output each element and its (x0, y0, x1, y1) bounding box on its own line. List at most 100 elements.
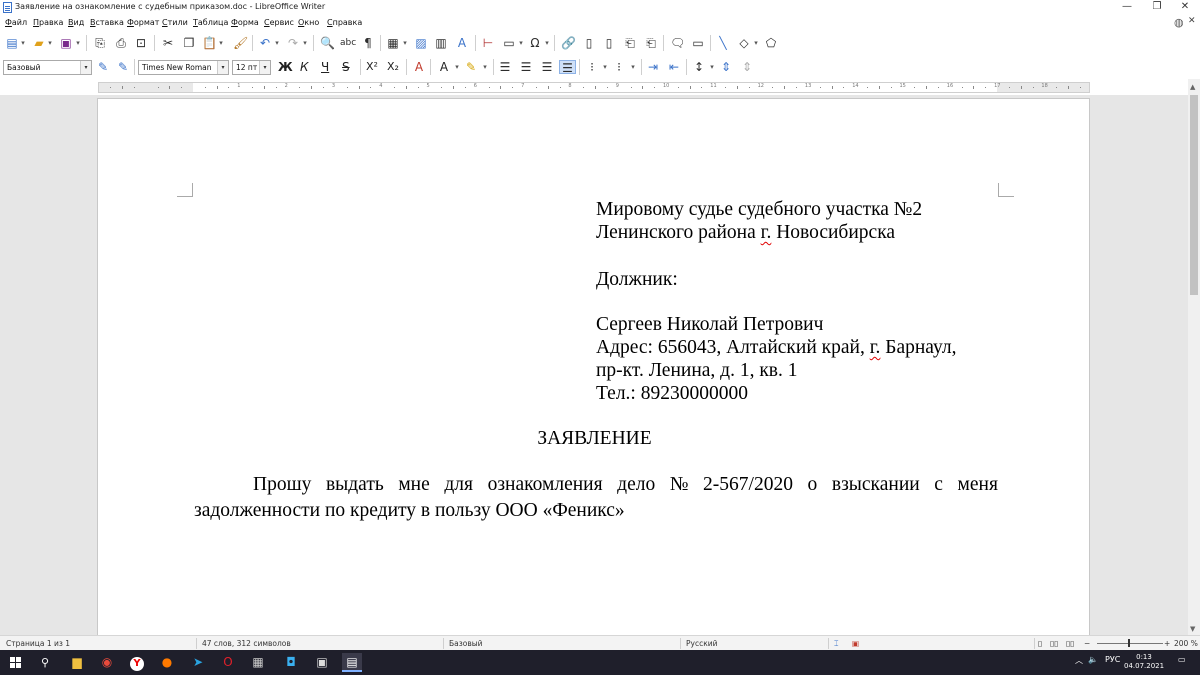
font-name-combo[interactable]: Times New Roman ▾ (138, 60, 229, 75)
bullet-dropdown-icon[interactable]: ▾ (602, 60, 608, 74)
table-dropdown-icon[interactable]: ▾ (402, 36, 408, 50)
numbered-list-icon[interactable]: ⁝ (612, 60, 626, 74)
close-button[interactable]: ✕ (1170, 0, 1200, 15)
insert-chart-icon[interactable]: ▥ (434, 36, 448, 50)
page-style-status[interactable]: Базовый (449, 639, 483, 648)
shapes-dropdown-icon[interactable]: ▾ (753, 36, 759, 50)
undo-dropdown-icon[interactable]: ▾ (274, 36, 280, 50)
chevron-down-icon[interactable]: ▾ (217, 61, 228, 74)
minimize-button[interactable]: — (1112, 0, 1142, 15)
open-dropdown-icon[interactable]: ▾ (47, 36, 53, 50)
paste-icon[interactable]: 📋 (202, 36, 217, 50)
zoom-slider-knob[interactable] (1128, 639, 1130, 647)
globe-icon[interactable]: ◍ (1174, 16, 1188, 30)
paste-dropdown-icon[interactable]: ▾ (218, 36, 224, 50)
volume-icon[interactable]: 🔈 (1088, 655, 1098, 664)
increase-paragraph-spacing-icon[interactable]: ⇕ (719, 60, 733, 74)
scrollbar-thumb[interactable] (1190, 95, 1198, 295)
book-view-icon[interactable]: ▯▯ (1066, 639, 1074, 648)
page-break-icon[interactable]: ⊢ (481, 36, 495, 50)
highlight-dropdown-icon[interactable]: ▾ (482, 60, 488, 74)
close-document-icon[interactable]: ✕ (1188, 16, 1196, 26)
basic-shapes-icon[interactable]: ◇ (737, 36, 751, 50)
menu-help[interactable]: Справка (327, 18, 362, 27)
document-page[interactable]: Мировому судье судебного участка №2 Лени… (97, 98, 1090, 635)
zoom-in-icon[interactable]: + (1164, 639, 1170, 648)
increase-indent-icon[interactable]: ⇥ (646, 60, 660, 74)
underline-button[interactable]: Ч (321, 60, 329, 74)
zoom-out-icon[interactable]: − (1084, 639, 1090, 648)
save-dropdown-icon[interactable]: ▾ (75, 36, 81, 50)
telegram-icon[interactable]: ➤ (188, 653, 208, 672)
insert-table-icon[interactable]: ▦ (386, 36, 400, 50)
menu-table[interactable]: Таблица (193, 18, 228, 27)
menu-form[interactable]: Форма (231, 18, 259, 27)
hyperlink-icon[interactable]: 🔗 (561, 36, 576, 50)
new-style-icon[interactable]: ✎ (116, 60, 130, 74)
menu-tools[interactable]: Сервис (264, 18, 294, 27)
spelling-error-mark[interactable]: г. (870, 337, 881, 358)
document-modified-icon[interactable]: ▣ (852, 639, 859, 648)
zoom-slider[interactable] (1097, 643, 1163, 644)
insert-image-icon[interactable]: ▨ (414, 36, 428, 50)
footnote-icon[interactable]: ▯ (582, 36, 596, 50)
multi-page-view-icon[interactable]: ▯▯ (1050, 639, 1058, 648)
redo-dropdown-icon[interactable]: ▾ (302, 36, 308, 50)
menu-insert[interactable]: Вставка (90, 18, 124, 27)
chrome-icon[interactable]: ◉ (97, 653, 117, 672)
align-left-icon[interactable]: ☰ (498, 60, 512, 74)
notifications-icon[interactable]: ▭ (1178, 655, 1186, 664)
formatting-marks-icon[interactable]: ¶ (361, 36, 375, 50)
align-center-icon[interactable]: ☰ (519, 60, 533, 74)
yandex-browser-icon[interactable]: Y (127, 653, 147, 672)
windows-start-icon[interactable] (10, 657, 21, 668)
highlight-icon[interactable]: ✎ (464, 60, 478, 74)
save-icon[interactable]: ▣ (59, 36, 73, 50)
superscript-button[interactable]: X² (366, 60, 378, 74)
print-preview-icon[interactable]: ⊡ (134, 36, 148, 50)
comment-icon[interactable]: 🗨 (670, 36, 685, 50)
zoom-level[interactable]: 200 % (1174, 639, 1198, 648)
redo-icon[interactable]: ↷ (286, 36, 300, 50)
open-folder-icon[interactable]: ▰ (32, 36, 46, 50)
selection-mode-icon[interactable]: ⌶ (834, 639, 839, 649)
update-style-icon[interactable]: ✎ (96, 60, 110, 74)
restore-button[interactable]: ❐ (1142, 0, 1172, 15)
clone-formatting-icon[interactable]: 🖌 (233, 36, 248, 50)
menu-view[interactable]: Вид (68, 18, 84, 27)
subscript-button[interactable]: X₂ (387, 60, 399, 74)
chevron-down-icon[interactable]: ▾ (80, 61, 91, 74)
decrease-paragraph-spacing-icon[interactable]: ⇕ (740, 60, 754, 74)
undo-icon[interactable]: ↶ (258, 36, 272, 50)
cut-icon[interactable]: ✂ (161, 36, 175, 50)
menu-file[interactable]: Файл (5, 18, 27, 27)
chevron-down-icon[interactable]: ▾ (259, 61, 270, 74)
horizontal-ruler[interactable]: 1 2 3 4 5 6 7 8 9 10 11 12 13 14 15 16 17 18 (98, 82, 1090, 93)
page-count-status[interactable]: Страница 1 из 1 (6, 639, 70, 648)
find-replace-icon[interactable]: 🔍 (320, 36, 335, 50)
firefox-icon[interactable]: ● (157, 653, 177, 672)
bookmark-icon[interactable]: ⎗ (623, 36, 637, 50)
cross-reference-icon[interactable]: ⎗ (644, 36, 658, 50)
font-color-dropdown-icon[interactable]: ▾ (454, 60, 460, 74)
line-icon[interactable]: ╲ (716, 36, 730, 50)
calculator-icon[interactable]: ▦ (248, 653, 268, 672)
new-dropdown-icon[interactable]: ▾ (20, 36, 26, 50)
scroll-down-icon[interactable]: ▼ (1190, 625, 1195, 633)
bullet-list-icon[interactable]: ⁝ (585, 60, 599, 74)
bold-button[interactable]: Ж (278, 60, 293, 74)
vertical-scrollbar[interactable]: ▲ ▼ (1188, 79, 1200, 635)
export-pdf-icon[interactable]: ⎘ (93, 36, 107, 50)
tray-chevron-icon[interactable]: ︿ (1075, 655, 1083, 666)
search-icon[interactable]: ⚲ (35, 653, 55, 672)
app-icon[interactable]: ◘ (281, 653, 301, 672)
font-color-icon[interactable]: A (437, 60, 451, 74)
libreoffice-writer-taskbar-icon[interactable]: ▤ (342, 653, 362, 672)
track-changes-icon[interactable]: ▭ (691, 36, 705, 50)
new-document-icon[interactable]: ▤ (5, 36, 19, 50)
word-count-status[interactable]: 47 слов, 312 символов (202, 639, 291, 648)
language-status[interactable]: Русский (686, 639, 718, 648)
menu-styles[interactable]: Стили (162, 18, 188, 27)
decrease-indent-icon[interactable]: ⇤ (667, 60, 681, 74)
app-icon[interactable]: ▣ (312, 653, 332, 672)
